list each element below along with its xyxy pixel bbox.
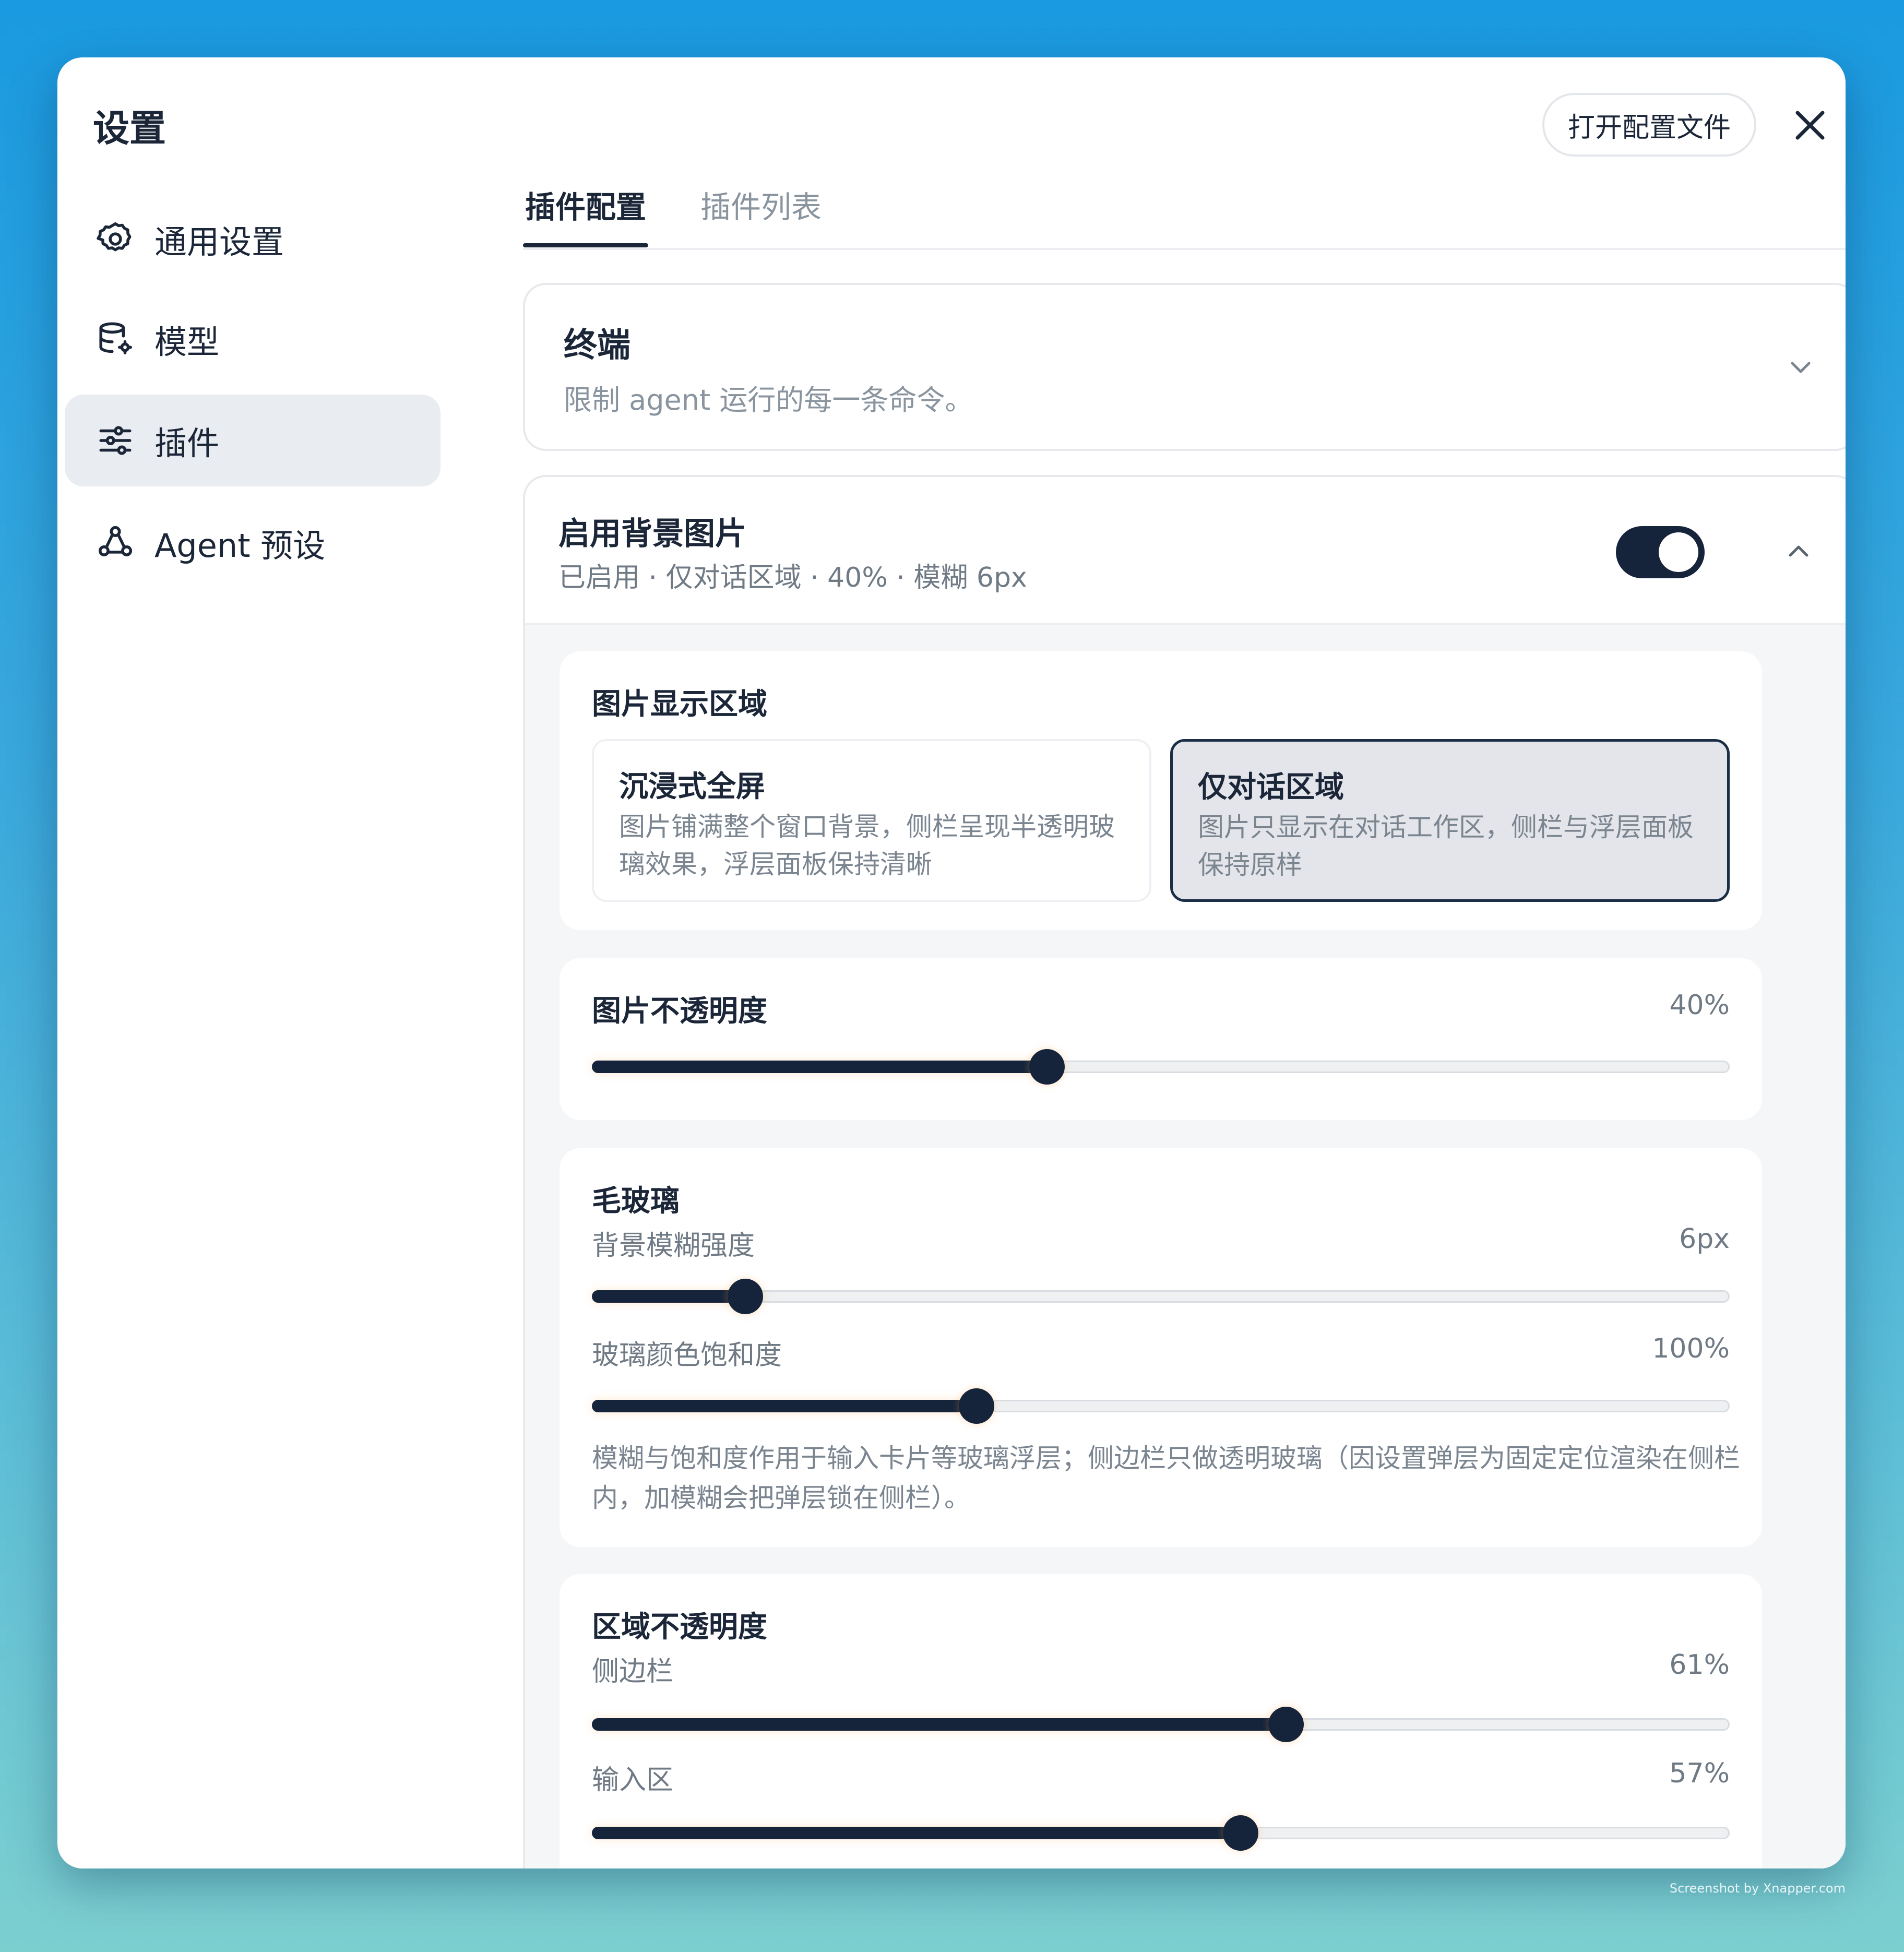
option-title: 沉浸式全屏 — [619, 770, 765, 804]
saturation-value: 100% — [1652, 1333, 1730, 1364]
enable-background-toggle[interactable] — [1616, 526, 1705, 578]
terminal-description: 限制 agent 运行的每一条命令。 — [564, 384, 973, 416]
image-opacity-title: 图片不透明度 — [592, 994, 767, 1028]
slider-fill — [592, 1400, 977, 1412]
image-opacity-slider[interactable] — [592, 1049, 1730, 1085]
background-image-plugin-card: 启用背景图片 已启用 · 仅对话区域 · 40% · 模糊 6px 图片显示区域… — [523, 475, 1846, 1868]
display-area-title: 图片显示区域 — [592, 687, 767, 721]
window-title: 设置 — [93, 107, 166, 150]
sidebar-item-agent-presets[interactable]: Agent 预设 — [65, 497, 441, 589]
option-description: 图片铺满整个窗口背景，侧栏呈现半透明玻璃效果，浮层面板保持清晰 — [619, 812, 1115, 879]
sidebar-opacity-slider[interactable] — [592, 1707, 1730, 1742]
database-gear-icon — [96, 320, 135, 359]
slider-fill — [592, 1061, 1047, 1073]
option-title: 仅对话区域 — [1198, 770, 1344, 804]
slider-thumb[interactable] — [1268, 1707, 1304, 1742]
tab-plugin-list[interactable]: 插件列表 — [700, 183, 822, 227]
gear-icon — [96, 220, 135, 258]
option-chat-area-only[interactable]: 仅对话区域 图片只显示在对话工作区，侧栏与浮层面板保持原样 — [1170, 739, 1730, 902]
settings-window: 设置 打开配置文件 通用设置 模型 插件 Agent 预设 插件配置 插件列表 … — [57, 57, 1846, 1868]
sidebar-opacity-value: 61% — [1669, 1649, 1730, 1681]
background-summary: 已启用 · 仅对话区域 · 40% · 模糊 6px — [558, 562, 1027, 593]
chevron-down-icon[interactable] — [1785, 352, 1816, 383]
terminal-plugin-card[interactable]: 终端 限制 agent 运行的每一条命令。 — [523, 283, 1846, 451]
region-opacity-panel: 区域不透明度 侧边栏 61% 输入区 57% — [560, 1574, 1762, 1868]
slider-thumb[interactable] — [1029, 1049, 1065, 1085]
input-opacity-value: 57% — [1669, 1758, 1730, 1789]
watermark: Screenshot by Xnapper.com — [1669, 1881, 1846, 1896]
slider-thumb[interactable] — [1222, 1815, 1258, 1851]
slider-fill — [592, 1827, 1241, 1839]
chevron-up-icon[interactable] — [1783, 535, 1814, 567]
saturation-slider[interactable] — [592, 1388, 1730, 1424]
region-opacity-title: 区域不透明度 — [592, 1610, 767, 1644]
terminal-title: 终端 — [564, 326, 630, 365]
sliders-icon — [96, 421, 135, 460]
slider-thumb[interactable] — [728, 1279, 764, 1314]
tabs-divider — [523, 248, 1846, 250]
tab-plugin-config[interactable]: 插件配置 — [525, 183, 646, 227]
sidebar-item-label: 通用设置 — [154, 223, 284, 261]
toggle-knob — [1659, 532, 1698, 572]
input-opacity-label: 输入区 — [592, 1765, 674, 1796]
active-tab-indicator — [523, 243, 648, 247]
sidebar-item-label: 插件 — [154, 424, 220, 462]
close-icon[interactable] — [1789, 104, 1831, 146]
frosted-glass-note: 模糊与饱和度作用于输入卡片等玻璃浮层；侧边栏只做透明玻璃（因设置弹层为固定定位渲… — [592, 1443, 1740, 1513]
sidebar-item-label: 模型 — [154, 323, 220, 361]
blur-label: 背景模糊强度 — [592, 1230, 755, 1261]
blur-slider[interactable] — [592, 1279, 1730, 1314]
agent-nodes-icon — [96, 523, 135, 562]
slider-thumb[interactable] — [958, 1388, 994, 1424]
display-area-panel: 图片显示区域 沉浸式全屏 图片铺满整个窗口背景，侧栏呈现半透明玻璃效果，浮层面板… — [560, 651, 1762, 930]
saturation-label: 玻璃颜色饱和度 — [592, 1340, 782, 1371]
option-immersive-fullscreen[interactable]: 沉浸式全屏 图片铺满整个窗口背景，侧栏呈现半透明玻璃效果，浮层面板保持清晰 — [592, 739, 1151, 902]
slider-fill — [592, 1718, 1286, 1731]
frosted-glass-title: 毛玻璃 — [592, 1184, 680, 1218]
sidebar-opacity-label: 侧边栏 — [592, 1656, 674, 1687]
blur-value: 6px — [1679, 1223, 1730, 1255]
image-opacity-value: 40% — [1669, 990, 1730, 1021]
background-card-header[interactable]: 启用背景图片 已启用 · 仅对话区域 · 40% · 模糊 6px — [525, 477, 1846, 625]
option-description: 图片只显示在对话工作区，侧栏与浮层面板保持原样 — [1198, 812, 1694, 880]
background-title: 启用背景图片 — [558, 516, 746, 552]
slider-fill — [592, 1290, 746, 1303]
input-opacity-slider[interactable] — [592, 1815, 1730, 1851]
sidebar-item-models[interactable]: 模型 — [65, 293, 441, 385]
sidebar-item-label: Agent 预设 — [154, 527, 326, 565]
sidebar-item-plugins[interactable]: 插件 — [65, 395, 441, 486]
background-card-body: 图片显示区域 沉浸式全屏 图片铺满整个窗口背景，侧栏呈现半透明玻璃效果，浮层面板… — [525, 625, 1846, 1868]
image-opacity-panel: 图片不透明度 40% — [560, 958, 1762, 1120]
open-config-button[interactable]: 打开配置文件 — [1542, 93, 1756, 157]
sidebar-item-general[interactable]: 通用设置 — [65, 193, 441, 285]
frosted-glass-panel: 毛玻璃 背景模糊强度 6px 玻璃颜色饱和度 100% 模糊与饱和度作用于输入卡… — [560, 1148, 1762, 1547]
